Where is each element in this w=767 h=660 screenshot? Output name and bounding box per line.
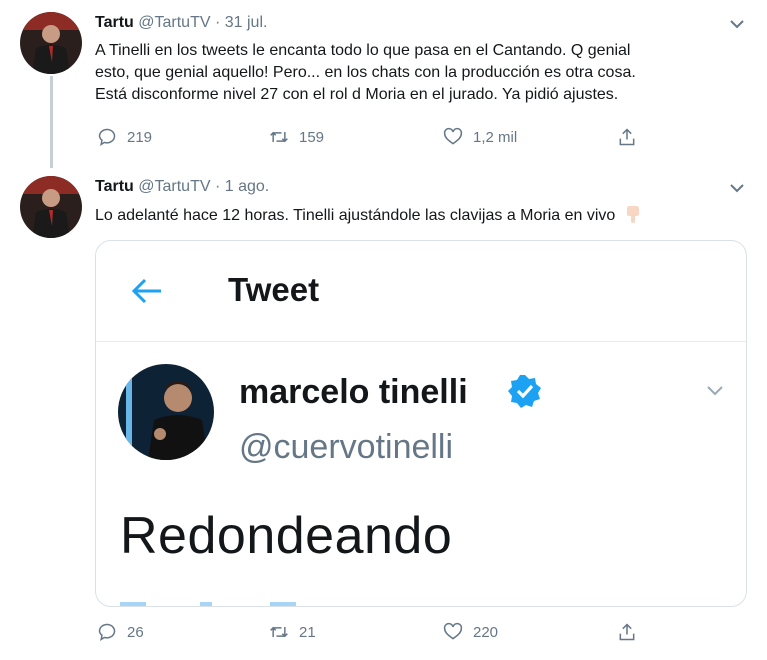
- tweet-actions: 219 159 1,2 mil: [95, 127, 655, 151]
- tweet-header: Tartu @TartuTV · 31 jul.: [95, 14, 267, 32]
- retweet-icon: [270, 131, 288, 143]
- reply-icon: [98, 623, 116, 642]
- like-count: 220: [473, 623, 499, 641]
- verified-badge-icon: [508, 375, 541, 408]
- embedded-tweet-text: Redondeando: [120, 507, 453, 565]
- embedded-author-handle: @cuervotinelli: [239, 428, 454, 466]
- back-arrow-icon: [131, 278, 161, 304]
- thread-line: [50, 76, 53, 168]
- embedded-tweet-image[interactable]: Tweet marcelo tinelli @cuervotinelli Red…: [95, 240, 747, 607]
- tweet-text-line: Está disconforme nivel 27 con el rol d M…: [95, 86, 619, 103]
- tweet-1[interactable]: Tartu @TartuTV · 31 jul. A Tinelli en lo…: [0, 0, 767, 170]
- tweet-text-line: esto, que genial aquello! Pero... en los…: [95, 64, 636, 81]
- tweet-date[interactable]: · 31 jul.: [215, 14, 267, 31]
- cropped-icons-row: [120, 602, 296, 606]
- heart-icon: [443, 127, 463, 145]
- share-icon: [619, 623, 635, 641]
- tweet-text: A Tinelli en los tweets le encanta todo …: [95, 40, 735, 106]
- embedded-author-name: marcelo tinelli: [239, 373, 468, 411]
- retweet-button[interactable]: 159: [269, 127, 324, 147]
- share-button[interactable]: [617, 622, 637, 642]
- author-handle[interactable]: @TartuTV: [138, 178, 210, 195]
- share-icon: [619, 128, 635, 146]
- tartu-avatar[interactable]: [20, 12, 82, 74]
- reply-icon: [98, 128, 116, 147]
- tweet-text: Lo adelanté hace 12 horas. Tinelli ajust…: [95, 204, 735, 227]
- retweet-button[interactable]: 21: [269, 622, 316, 642]
- author-handle[interactable]: @TartuTV: [138, 14, 210, 31]
- chevron-down-icon[interactable]: [729, 18, 745, 30]
- like-button[interactable]: 220: [443, 622, 498, 642]
- reply-button[interactable]: 219: [97, 127, 152, 147]
- like-button[interactable]: 1,2 mil: [443, 127, 517, 147]
- tweet-text-line: Lo adelanté hace 12 horas. Tinelli ajust…: [95, 207, 616, 224]
- retweet-count: 21: [299, 623, 316, 641]
- tartu-avatar[interactable]: [20, 176, 82, 238]
- heart-icon: [443, 622, 463, 640]
- tweet-header: Tartu @TartuTV · 1 ago.: [95, 178, 269, 196]
- tweet-actions: 26 21 220: [95, 622, 655, 646]
- like-count: 1,2 mil: [473, 128, 518, 146]
- retweet-icon: [270, 626, 288, 638]
- reply-count: 219: [127, 128, 153, 146]
- author-name[interactable]: Tartu: [95, 14, 134, 31]
- embedded-header: Tweet: [96, 241, 746, 342]
- tweet-date[interactable]: · 1 ago.: [215, 178, 269, 195]
- embedded-header-title: Tweet: [228, 271, 320, 308]
- author-name[interactable]: Tartu: [95, 178, 134, 195]
- pointing-down-hand-icon: [626, 206, 639, 223]
- chevron-down-icon: [707, 386, 723, 396]
- tweet-text-line: A Tinelli en los tweets le encanta todo …: [95, 42, 631, 59]
- retweet-count: 159: [299, 128, 325, 146]
- chevron-down-icon[interactable]: [729, 182, 745, 194]
- reply-count: 26: [127, 623, 144, 641]
- share-button[interactable]: [617, 127, 637, 147]
- tinelli-avatar: [118, 364, 214, 460]
- reply-button[interactable]: 26: [97, 622, 144, 642]
